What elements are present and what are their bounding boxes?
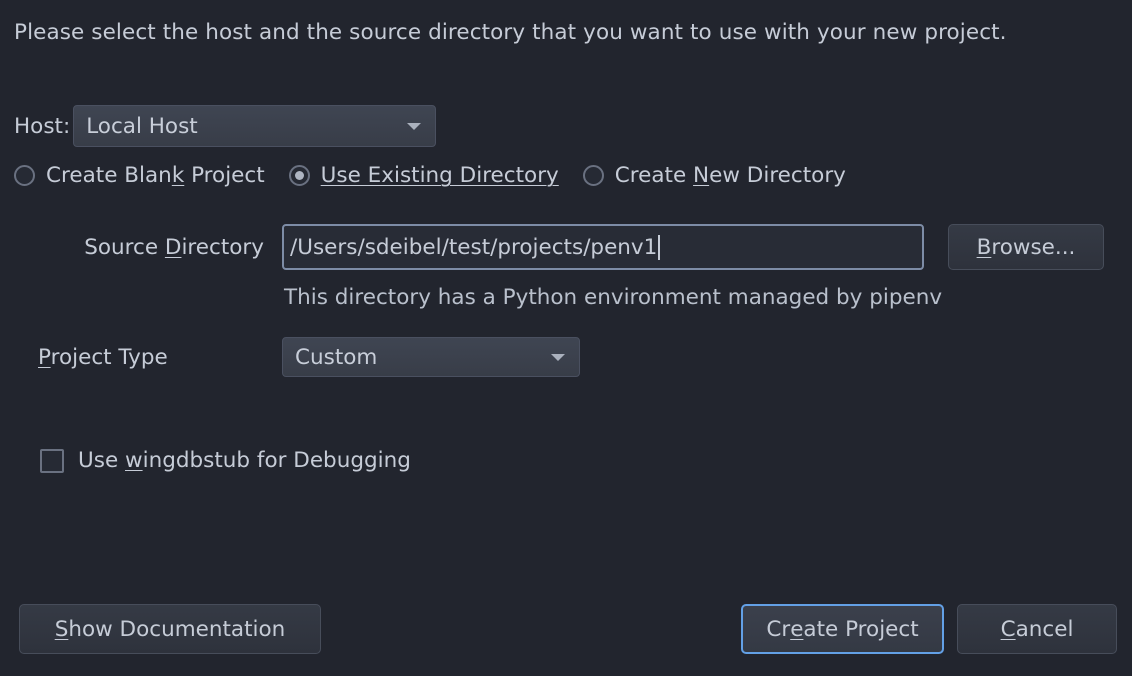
source-directory-row: Source Directory /Users/sdeibel/test/pro… — [0, 224, 1132, 270]
checkbox-icon — [40, 448, 64, 473]
radio-icon — [288, 165, 310, 186]
create-project-dialog: Please select the host and the source di… — [0, 0, 1132, 676]
radio-create-blank-project-label: Create Blank Project — [46, 163, 265, 188]
radio-icon — [582, 165, 604, 186]
radio-icon — [14, 165, 35, 186]
project-type-dropdown-value: Custom — [295, 344, 378, 370]
radio-create-new-directory-label: Create New Directory — [614, 163, 846, 188]
radio-use-existing-directory-label: Use Existing Directory — [320, 163, 559, 188]
wingdbstub-label-post: ingdbstub for Debugging — [142, 448, 411, 473]
show-documentation-label: how Documentation — [68, 616, 286, 642]
show-documentation-button[interactable]: Show Documentation — [19, 604, 321, 654]
text-caret — [658, 234, 661, 260]
cancel-label: ancel — [1015, 616, 1074, 642]
project-type-dropdown[interactable]: Custom — [282, 337, 580, 377]
host-row: Host: Local Host — [14, 105, 437, 147]
mnemonic-letter: N — [693, 163, 710, 188]
radio-create-new-directory[interactable]: Create New Directory — [582, 163, 846, 188]
source-directory-label-post: irectory — [181, 234, 264, 260]
create-project-label-post: ate Project — [803, 616, 919, 642]
mnemonic-letter: C — [1000, 616, 1016, 642]
mnemonic-letter: P — [38, 344, 51, 370]
create-project-button[interactable]: Cr e ate Project — [741, 604, 944, 654]
mnemonic-letter: e — [790, 616, 804, 642]
mnemonic-letter: w — [125, 448, 143, 473]
mnemonic-letter: D — [164, 234, 182, 260]
browse-button[interactable]: Browse... — [948, 224, 1104, 270]
radio-use-existing-directory[interactable]: Use Existing Directory — [288, 163, 559, 188]
project-type-row: Project Type Custom — [0, 337, 1132, 377]
chevron-down-icon — [407, 123, 422, 130]
mnemonic-letter: B — [976, 234, 992, 260]
project-type-label-post: roject Type — [50, 344, 168, 370]
project-mode-radio-group: Create Blank Project Use Existing Direct… — [14, 163, 846, 188]
host-dropdown[interactable]: Local Host — [73, 105, 437, 147]
create-project-label-pre: Cr — [766, 616, 791, 642]
source-directory-input[interactable]: /Users/sdeibel/test/projects/penv1 — [282, 224, 924, 270]
wingdbstub-checkbox-label: Use wingdbstub for Debugging — [78, 448, 411, 473]
cancel-button[interactable]: Cancel — [957, 604, 1117, 654]
chevron-down-icon — [551, 354, 565, 361]
source-directory-label-pre: Source — [84, 234, 165, 260]
dialog-instructions: Please select the host and the source di… — [14, 20, 1007, 45]
host-dropdown-value: Local Host — [86, 113, 198, 139]
source-directory-label: Source Directory — [0, 235, 264, 260]
dialog-footer: Show Documentation Cr e ate Project Cancel — [0, 604, 1132, 656]
project-type-label: Project Type — [0, 345, 264, 370]
wingdbstub-label-pre: Use — [78, 448, 125, 473]
host-label: Host: — [14, 113, 71, 139]
source-directory-value: /Users/sdeibel/test/projects/penv1 — [290, 234, 658, 260]
source-directory-helper-text: This directory has a Python environment … — [284, 285, 943, 310]
mnemonic-letter: S — [54, 616, 69, 642]
browse-button-label: rowse... — [991, 234, 1076, 260]
radio-create-blank-project[interactable]: Create Blank Project — [14, 163, 265, 188]
mnemonic-letter: k — [171, 163, 185, 188]
wingdbstub-checkbox[interactable]: Use wingdbstub for Debugging — [40, 448, 411, 473]
